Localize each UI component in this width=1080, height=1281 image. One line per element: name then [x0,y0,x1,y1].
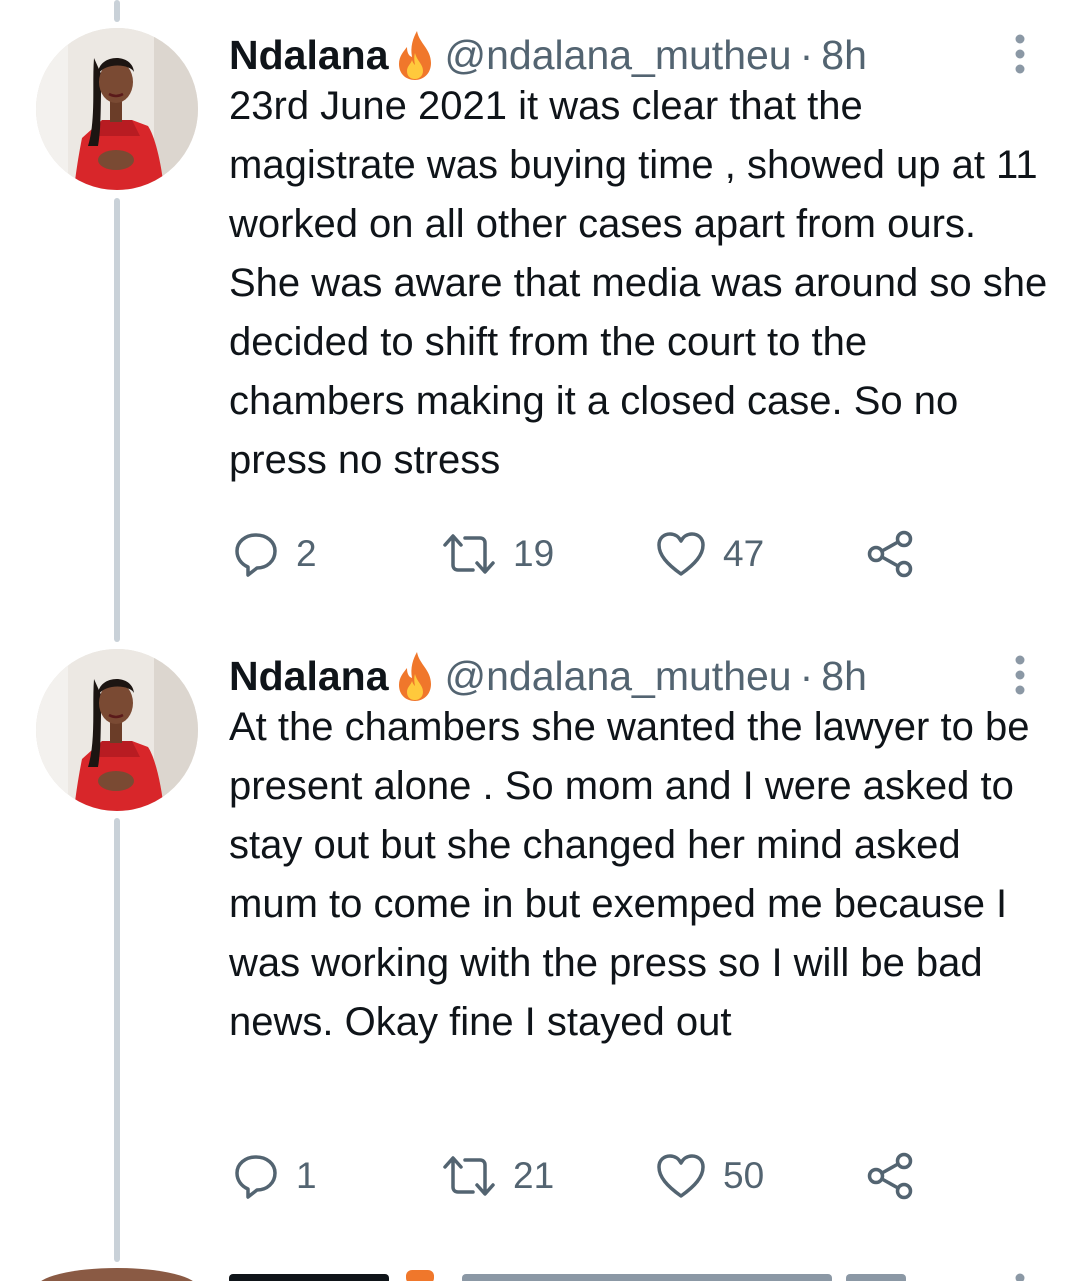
reply-icon [232,1152,280,1200]
tweet-text: At the chambers she wanted the lawyer to… [229,705,1030,1044]
fire-icon [395,29,435,81]
like-count: 47 [723,533,765,574]
share-button[interactable] [865,1146,915,1206]
tweet-actions: 2 19 47 [229,524,949,584]
reply-button[interactable]: 2 [232,524,317,584]
display-name[interactable]: Ndalana [229,25,389,85]
thread-connector-top [114,0,120,22]
separator: · [799,653,814,699]
tweet-header: Ndalana @ndalana_mutheu · 8h [229,646,867,706]
tweet-text: 23rd June 2021 it was clear that the mag… [229,84,1048,482]
share-icon [865,530,915,578]
tweet-header: Ndalana @ndalana_mutheu · 8h [229,25,867,85]
display-name[interactable]: Ndalana [229,646,389,706]
heart-icon [655,530,707,578]
like-count: 50 [723,1155,765,1196]
retweet-count: 19 [513,533,555,574]
share-icon [865,1152,915,1200]
reply-button[interactable]: 1 [232,1146,317,1206]
avatar[interactable] [36,649,198,811]
more-options-icon[interactable] [1000,31,1040,77]
retweet-count: 21 [513,1155,555,1196]
heart-icon [655,1152,707,1200]
retweet-button[interactable]: 21 [441,1146,554,1206]
thread-connector-middle [114,198,120,642]
avatar[interactable] [36,28,198,190]
timestamp[interactable]: 8h [821,646,867,706]
thread-connector-bottom [114,818,120,1262]
like-button[interactable]: 47 [655,524,764,584]
fire-icon [395,650,435,702]
tweet-actions: 1 21 50 [229,1146,949,1206]
retweet-button[interactable]: 19 [441,524,554,584]
next-tweet-peek[interactable] [0,1262,1080,1281]
handle[interactable]: @ndalana_mutheu [445,646,792,706]
handle[interactable]: @ndalana_mutheu [445,25,792,85]
reply-count: 2 [296,533,317,574]
more-options-icon[interactable] [1000,652,1040,698]
like-button[interactable]: 50 [655,1146,764,1206]
retweet-icon [441,530,497,578]
timestamp[interactable]: 8h [821,25,867,85]
reply-icon [232,530,280,578]
reply-count: 1 [296,1155,317,1196]
share-button[interactable] [865,524,915,584]
retweet-icon [441,1152,497,1200]
separator: · [799,32,814,78]
